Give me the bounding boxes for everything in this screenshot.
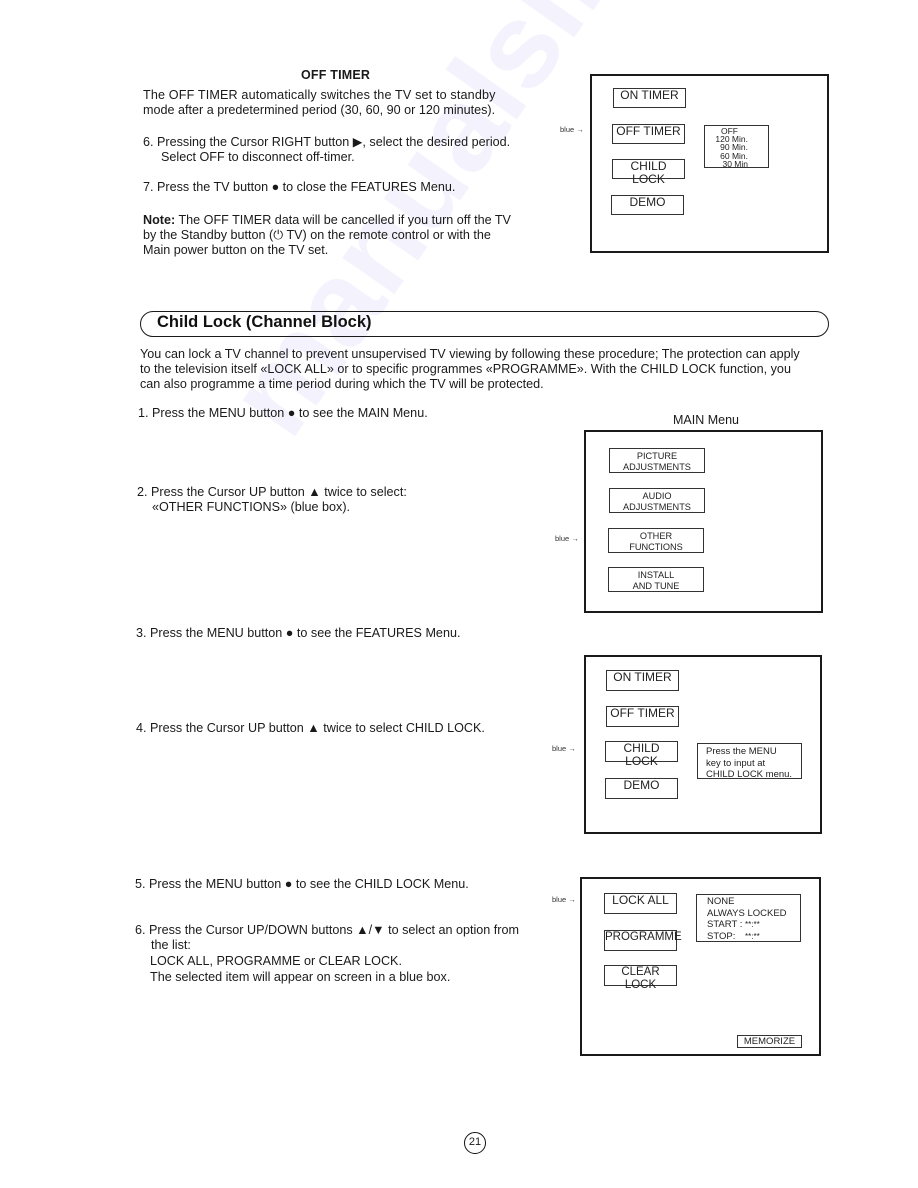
child-lock-step1: 1. Press the MENU button ● to see the MA… <box>138 406 428 420</box>
button-line: ADJUSTMENTS <box>623 462 691 472</box>
menu-button-off-timer[interactable]: OFF TIMER <box>612 124 685 144</box>
off-timer-options-list: OFF 120 Min. 90 Min. 60 Min. 30 Min <box>704 125 769 168</box>
off-timer-step6-line-1: 6. Pressing the Cursor RIGHT button ▶, s… <box>143 135 511 149</box>
features-button-child-lock[interactable]: CHILD LOCK <box>605 741 678 768</box>
option-always-locked[interactable]: ALWAYS LOCKED <box>697 908 800 920</box>
memorize-button[interactable]: MEMORIZE <box>737 1035 802 1048</box>
child-lock-step5: 5. Press the MENU button ● to see the CH… <box>135 877 469 891</box>
info-line: CHILD LOCK menu. <box>706 769 793 780</box>
button-line: PICTURE <box>636 451 678 461</box>
child-lock-button-programme[interactable]: PROGRAMME <box>604 930 682 951</box>
off-timer-intro-line-1: The OFF TIMER automatically switches the… <box>143 88 496 102</box>
child-lock-intro-line-2: to the television itself «LOCK ALL» or t… <box>140 362 791 376</box>
off-timer-intro-line-2: mode after a predetermined period (30, 6… <box>143 103 496 117</box>
menu-button-on-timer[interactable]: ON TIMER <box>613 88 686 108</box>
child-lock-intro-line-3: can also programme a time period during … <box>140 377 544 391</box>
note-text: The OFF TIMER data will be cancelled if … <box>175 213 511 227</box>
child-lock-step6-line-1: 6. Press the Cursor UP/DOWN buttons ▲/▼ … <box>135 923 519 937</box>
features-button-on-timer[interactable]: ON TIMER <box>606 670 679 691</box>
features-menu-blue-pointer: blue → <box>552 744 576 753</box>
child-lock-button-clear-lock[interactable]: CLEAR LOCK <box>604 965 677 991</box>
child-lock-info-panel: Press the MENU key to input at CHILD LOC… <box>697 743 802 780</box>
note-label: Note: <box>143 213 176 227</box>
page-number: 21 <box>464 1132 486 1154</box>
child-lock-step2-line-2: «OTHER FUNCTIONS» (blue box). <box>152 500 351 514</box>
button-line: FUNCTIONS <box>629 542 683 552</box>
button-line: ADJUSTMENTS <box>623 502 691 512</box>
off-timer-blue-pointer: blue → <box>560 125 584 134</box>
button-line: INSTALL <box>637 570 675 580</box>
main-menu-button-other-functions[interactable]: OTHER FUNCTIONS <box>608 528 704 553</box>
child-lock-step2-line-1: 2. Press the Cursor UP button ▲ twice to… <box>137 485 407 499</box>
child-lock-step3: 3. Press the MENU button ● to see the FE… <box>136 626 461 640</box>
child-lock-step6-line-2: the list: <box>151 938 191 952</box>
child-lock-step4: 4. Press the Cursor UP button ▲ twice to… <box>136 721 485 735</box>
section-title: Child Lock (Channel Block) <box>157 313 372 331</box>
main-menu-button-picture-adjustments[interactable]: PICTURE ADJUSTMENTS <box>609 448 705 473</box>
menu-button-child-lock[interactable]: CHILD LOCK <box>612 159 685 186</box>
option-none[interactable]: NONE <box>697 896 800 908</box>
child-lock-step6-line-3: LOCK ALL, PROGRAMME or CLEAR LOCK. <box>150 954 402 968</box>
off-timer-note-line-3: Main power button on the TV set. <box>143 243 329 257</box>
button-line: OTHER <box>639 531 673 541</box>
button-line: AND TUNE <box>632 581 680 591</box>
menu-button-demo[interactable]: DEMO <box>611 195 684 215</box>
off-timer-note-line-1: Note: The OFF TIMER data will be cancell… <box>143 213 511 228</box>
child-lock-blue-pointer: blue → <box>552 895 576 904</box>
info-line: Press the MENU <box>706 746 777 757</box>
features-button-off-timer[interactable]: OFF TIMER <box>606 706 679 727</box>
stop-time-value: **:** <box>745 931 760 941</box>
features-button-demo[interactable]: DEMO <box>605 778 678 799</box>
main-menu-caption: MAIN Menu <box>673 413 739 427</box>
child-lock-intro-line-1: You can lock a TV channel to prevent uns… <box>140 347 800 361</box>
option-start[interactable]: START : **:** <box>697 919 800 931</box>
main-menu-button-audio-adjustments[interactable]: AUDIO ADJUSTMENTS <box>609 488 705 513</box>
off-timer-note-line-2: by the Standby button (⏻ TV) on the remo… <box>143 228 491 242</box>
timer-option[interactable]: 30 Min <box>705 159 748 168</box>
main-menu-button-install-and-tune[interactable]: INSTALL AND TUNE <box>608 567 704 592</box>
main-menu-blue-pointer: blue → <box>555 534 579 543</box>
start-time-value: **:** <box>745 920 760 929</box>
child-lock-button-lock-all[interactable]: LOCK ALL <box>604 893 677 914</box>
off-timer-step6-line-2: Select OFF to disconnect off-timer. <box>161 150 355 164</box>
off-timer-step7: 7. Press the TV button ● to close the FE… <box>143 180 456 194</box>
off-timer-heading: OFF TIMER <box>301 68 371 82</box>
button-line: AUDIO <box>642 491 672 501</box>
child-lock-step6-line-4: The selected item will appear on screen … <box>150 970 451 984</box>
info-line: key to input at <box>706 757 766 769</box>
option-stop[interactable]: STOP: **:** <box>697 931 800 943</box>
child-lock-options-panel: NONE ALWAYS LOCKED START : **:** STOP: **:… <box>696 894 801 942</box>
